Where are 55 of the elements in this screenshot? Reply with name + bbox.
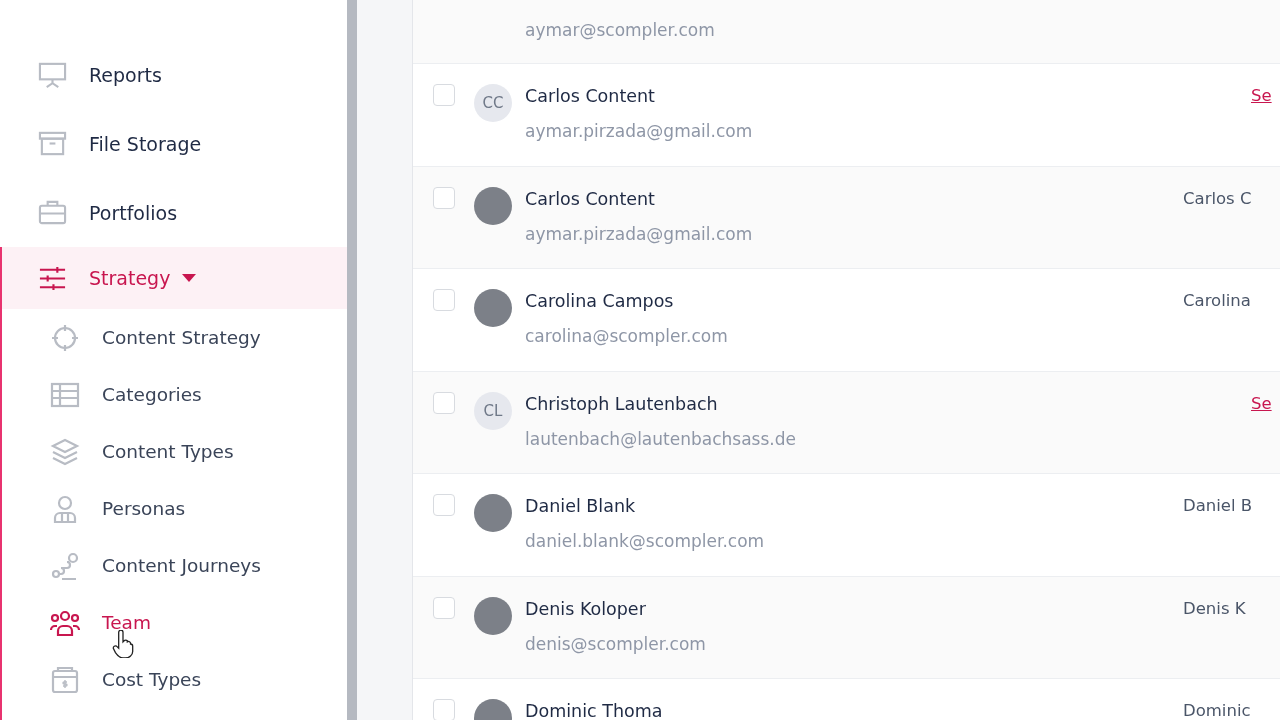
- initials-avatar: CL: [474, 391, 512, 430]
- member-name: Carlos Content: [525, 85, 656, 108]
- route-icon: [50, 550, 80, 581]
- member-name: Carlos Content: [525, 187, 656, 211]
- member-email: lautenbach@lautenbachsass.de: [525, 427, 796, 451]
- table-cell: Carolina: [1183, 291, 1251, 310]
- table-cell: Denis K: [1183, 598, 1246, 618]
- box-dollar-icon: [50, 664, 80, 695]
- caret-icon: [182, 274, 197, 282]
- row-checkbox[interactable]: [433, 84, 455, 106]
- initials-avatar: CC: [474, 84, 512, 122]
- photo-placeholder: [474, 596, 512, 635]
- sidebar-subitem[interactable]: Content Journeys: [2, 537, 347, 594]
- presentation-icon: [38, 60, 67, 89]
- photo-placeholder: [474, 289, 512, 327]
- member-name: Dominic Thoma: [525, 700, 663, 720]
- briefcase-icon: [38, 198, 67, 227]
- select-link[interactable]: Se: [1251, 86, 1272, 105]
- row-checkbox[interactable]: [433, 699, 455, 720]
- sidebar-item[interactable]: File Storage: [0, 109, 347, 178]
- member-email: aymar.pirzada@gmail.com: [525, 222, 753, 246]
- crosshair-icon: [50, 322, 80, 353]
- row-checkbox[interactable]: [433, 494, 455, 516]
- select-link[interactable]: Se: [1251, 393, 1272, 413]
- member-email: carolina@scompler.com: [525, 325, 728, 348]
- sidebar-item[interactable]: Reports: [0, 40, 347, 109]
- sidebar-item[interactable]: Strategy: [2, 247, 347, 309]
- archive-icon: [38, 129, 67, 158]
- table-cell: Daniel B: [1183, 496, 1253, 515]
- member-email: aymar@scompler.com: [525, 19, 715, 42]
- sidebar-subitem[interactable]: Categories: [2, 366, 347, 423]
- sidebar-subitem[interactable]: Team: [2, 594, 347, 651]
- member-email: daniel.blank@scompler.com: [525, 530, 765, 553]
- table-cell: Dominic: [1183, 701, 1251, 720]
- scrollbar[interactable]: [347, 0, 357, 720]
- photo-placeholder: [474, 494, 512, 532]
- member-email: aymar.pirzada@gmail.com: [525, 120, 753, 143]
- hand-cursor-icon: [112, 630, 134, 658]
- member-name: Denis Koloper: [525, 597, 647, 621]
- sidebar-subitem[interactable]: Content Strategy: [2, 309, 347, 366]
- sidebar-subitem[interactable]: Content Types: [2, 423, 347, 480]
- member-name: Daniel Blank: [525, 495, 637, 518]
- row-checkbox[interactable]: [433, 289, 455, 311]
- row-checkbox[interactable]: [433, 186, 455, 209]
- member-email: denis@scompler.com: [525, 632, 706, 656]
- sidebar-item[interactable]: Portfolios: [0, 178, 347, 247]
- photo-placeholder: [474, 186, 512, 225]
- member-name: Carolina Campos: [525, 290, 675, 313]
- layers-icon: [50, 436, 80, 467]
- sidebar-subitem[interactable]: Personas: [2, 480, 347, 537]
- row-checkbox[interactable]: [433, 596, 455, 619]
- member-name: Christoph Lautenbach: [525, 392, 719, 416]
- row-checkbox[interactable]: [433, 391, 455, 414]
- sidebar-subitem[interactable]: Cost Types: [2, 651, 347, 708]
- table-cell: Carlos C: [1183, 188, 1252, 208]
